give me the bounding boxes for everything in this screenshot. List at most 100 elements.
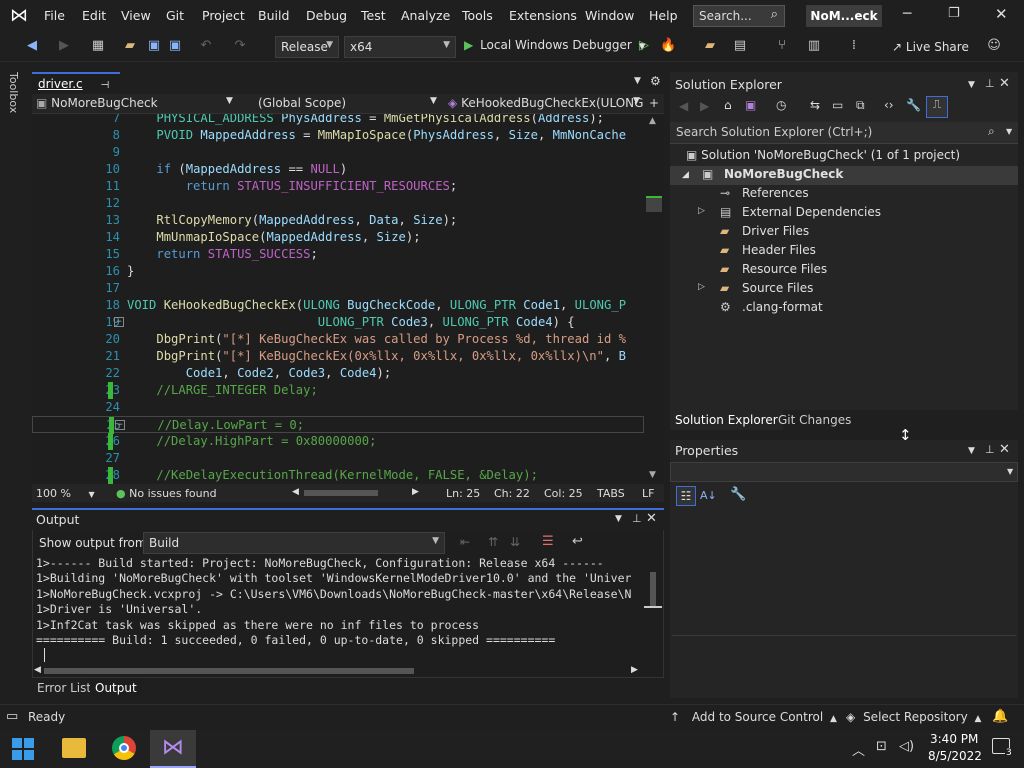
clock-date[interactable]: 8/5/2022 (928, 749, 982, 763)
code-line[interactable]: 16} (32, 263, 644, 280)
eol-indicator[interactable]: LF (642, 487, 654, 500)
editor-scrollbar[interactable] (644, 114, 664, 484)
maximize-icon[interactable]: ❐ (948, 6, 960, 21)
line-indicator[interactable]: Ln: 25 (446, 487, 480, 500)
project-node[interactable]: ◢ ▣ NoMoreBugCheck (670, 166, 1018, 185)
home-icon[interactable]: ⌂ (724, 98, 732, 112)
volume-icon[interactable]: ◁) (899, 739, 914, 754)
output-text[interactable]: 1>------ Build started: Project: NoMoreB… (36, 556, 648, 648)
close-icon[interactable]: ✕ (995, 5, 1008, 23)
chevron-down-icon[interactable]: ▼ (968, 80, 975, 90)
live-share-button[interactable]: ↗ Live Share (892, 40, 969, 54)
tab-driver-c[interactable]: driver.c ⊣ ✕ (32, 72, 120, 105)
code-line[interactable]: 24 (32, 399, 644, 416)
code-line[interactable]: 14 MmUnmapIoSpace(MappedAddress, Size); (32, 229, 644, 246)
code-line[interactable]: 8 PVOID MappedAddress = MmMapIoSpace(Phy… (32, 127, 644, 144)
menu-item-window[interactable]: Window (585, 8, 634, 23)
word-wrap-icon[interactable]: ↩ (572, 534, 583, 549)
se-search-input[interactable]: Search Solution Explorer (Ctrl+;) ⌕ ▼ (670, 122, 1018, 144)
save-all-icon[interactable]: ▣ (167, 38, 183, 54)
close-panel-icon[interactable]: ✕ (646, 511, 657, 526)
code-line[interactable]: 11 return STATUS_INSUFFICIENT_RESOURCES; (32, 178, 644, 195)
hscroll-left-icon[interactable]: ◀ (292, 487, 299, 497)
tab-solution-explorer[interactable]: Solution Explorer (670, 410, 783, 430)
pin-icon[interactable]: ⊥ (985, 77, 995, 90)
properties-icon[interactable]: 🔧 (906, 98, 921, 112)
code-line[interactable]: 28 //KeDelayExecutionThread(KernelMode, … (32, 467, 644, 484)
output-hscroll-thumb[interactable] (44, 668, 414, 674)
categorized-icon[interactable]: ☷ (676, 486, 696, 506)
back-icon[interactable]: ◀ (679, 99, 688, 113)
menu-item-git[interactable]: Git (166, 8, 184, 23)
network-icon[interactable]: ⊡ (876, 739, 887, 754)
tab-list-icon[interactable]: ▼ (634, 76, 641, 86)
code-view-icon[interactable]: ‹› (884, 98, 894, 112)
char-indicator[interactable]: Ch: 22 (494, 487, 530, 500)
clear-all-icon[interactable]: ☰ (542, 534, 554, 549)
select-repository-button[interactable]: ◈ Select Repository ▲ (846, 710, 981, 724)
chevron-down-icon[interactable]: ▼ (968, 446, 975, 456)
switch-view-icon[interactable]: ▣ (745, 98, 756, 112)
pin-icon[interactable]: ⊥ (632, 512, 642, 525)
windows-start-icon[interactable] (12, 738, 34, 760)
code-line[interactable]: 12 (32, 195, 644, 212)
menu-item-build[interactable]: Build (258, 8, 289, 23)
code-line[interactable]: 7 PHYSICAL_ADDRESS PhysAddress = MmGetPh… (32, 114, 644, 127)
hot-reload-icon[interactable]: 🔥 (660, 38, 676, 54)
solution-node[interactable]: ▣ Solution 'NoMoreBugCheck' (1 of 1 proj… (686, 148, 960, 162)
alphabetical-icon[interactable]: A↓ (700, 489, 717, 502)
menu-item-edit[interactable]: Edit (82, 8, 106, 23)
chrome-icon[interactable] (112, 736, 136, 760)
scroll-down-icon[interactable]: ▼ (649, 470, 656, 480)
pin-icon[interactable]: ⊥ (985, 443, 995, 456)
new-project-icon[interactable]: ▦ (90, 38, 106, 54)
menu-item-file[interactable]: File (44, 8, 65, 23)
open-folder-icon[interactable]: ▰ (122, 38, 138, 54)
platform-select[interactable]: x64 ▼ (344, 36, 456, 58)
next-message-icon[interactable]: ⇊ (510, 535, 520, 549)
code-line[interactable]: 26 //Delay.HighPart = 0x80000000; (32, 433, 644, 450)
file-explorer-icon[interactable] (62, 738, 86, 758)
layout-icon[interactable]: ▤ (732, 38, 748, 54)
function-nav-select[interactable]: ◈ KeHookedBugCheckEx(ULONG ▼ (448, 96, 643, 110)
col-indicator[interactable]: Col: 25 (544, 487, 583, 500)
close-panel-icon[interactable]: ✕ (999, 442, 1010, 457)
prev-message-icon[interactable]: ⇈ (488, 535, 498, 549)
hscroll-right-icon[interactable]: ▶ (631, 665, 638, 675)
editor-hscroll-thumb[interactable] (304, 490, 378, 496)
chevron-up-icon[interactable]: ︿ (852, 740, 865, 759)
collapse-icon[interactable]: − (114, 317, 124, 327)
git-icon[interactable]: ⑂ (774, 38, 790, 54)
breakpoints-icon[interactable]: ⁞ (846, 38, 862, 54)
tabs-indicator[interactable]: TABS (597, 487, 625, 500)
menu-item-help[interactable]: Help (649, 8, 678, 23)
clock-time[interactable]: 3:40 PM (930, 732, 978, 746)
zoom-select[interactable]: 100 % ▼ (36, 487, 95, 500)
code-editor[interactable]: 7 PHYSICAL_ADDRESS PhysAddress = MmGetPh… (32, 114, 644, 484)
back-icon[interactable]: ◀ (24, 38, 40, 54)
output-scroll-thumb[interactable] (650, 572, 656, 606)
toolbox-tab[interactable]: Toolbox (7, 72, 20, 113)
undo-icon[interactable]: ↶ (198, 38, 214, 54)
scope-nav-select[interactable]: (Global Scope) ▼ (258, 96, 437, 110)
code-line[interactable]: 9 (32, 144, 644, 161)
forward-icon[interactable]: ▶ (700, 99, 709, 113)
hscroll-left-icon[interactable]: ◀ (34, 665, 41, 675)
code-line[interactable]: 15 return STATUS_SUCCESS; (32, 246, 644, 263)
project-nav-select[interactable]: ▣ NoMoreBugCheck ▼ (36, 96, 233, 110)
code-line[interactable]: 10 if (MappedAddress == NULL) (32, 161, 644, 178)
tab-error-list[interactable]: Error List (37, 681, 91, 695)
minimize-icon[interactable]: ─ (903, 6, 911, 22)
sync-icon[interactable]: ⇆ (810, 98, 820, 112)
feedback-icon[interactable]: ☺ (986, 38, 1002, 54)
collapse-icon[interactable]: − (115, 420, 125, 430)
menu-item-view[interactable]: View (121, 8, 151, 23)
expand-icon[interactable]: ▷ (698, 206, 705, 216)
properties-object-select[interactable]: ▼ (670, 462, 1018, 482)
preview-icon[interactable]: ⎍ (926, 96, 948, 118)
settings-icon[interactable]: ⚙ (650, 74, 661, 88)
menu-item-test[interactable]: Test (361, 8, 386, 23)
pending-changes-icon[interactable]: ◷ (776, 98, 786, 112)
search-input[interactable]: Search... ⌕ (693, 5, 785, 27)
vs-logo-icon[interactable]: ⋈ (10, 6, 32, 26)
